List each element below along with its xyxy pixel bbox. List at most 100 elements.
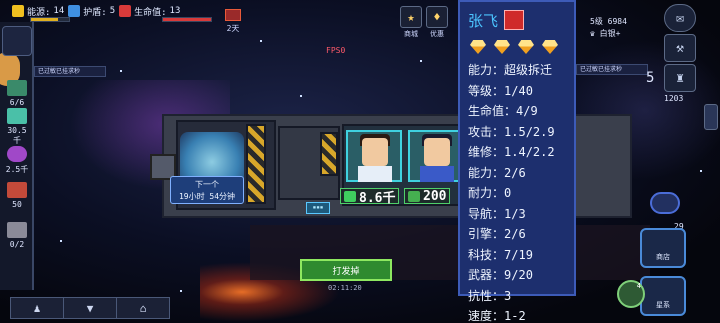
star <box>700 170 702 172</box>
mineral-count: 30.5千 <box>7 126 27 145</box>
player-summary: 5级 6984 ♛ 白银+ <box>590 16 627 40</box>
energy-bar-fill <box>31 18 58 21</box>
stat-label: 科技 <box>468 247 493 262</box>
player-level-label: 5级 <box>590 17 603 26</box>
star <box>420 60 422 62</box>
stat-row: 武器：9/20 <box>468 268 533 282</box>
star <box>180 290 182 292</box>
nav-outfit-button[interactable]: ▼ <box>64 298 117 318</box>
calendar-icon <box>225 9 241 21</box>
gem-icon <box>494 40 510 54</box>
gas-icon[interactable] <box>7 146 27 162</box>
stat-label: 引擎 <box>468 227 493 241</box>
stat-row: 等级：1/40 <box>468 83 533 98</box>
crew-pod[interactable] <box>408 130 464 182</box>
stat-label: 能力 <box>468 165 493 180</box>
stat-label: 速度 <box>468 309 493 323</box>
shop-button[interactable]: 商店 <box>640 228 686 268</box>
nav-home-button[interactable]: ⌂ <box>117 298 169 318</box>
storage-icon[interactable] <box>7 182 27 198</box>
crew-stats-list: 能力：超级拆迁 等级：1/40 生命值：4/9 攻击：1.5/2.9 维修：1.… <box>468 60 566 323</box>
resource-badge-cash[interactable]: 200 <box>404 188 451 204</box>
dismiss-button[interactable]: 打发掉 <box>300 259 392 281</box>
galaxy-label: 星系 <box>656 301 670 309</box>
mineral-icon <box>344 190 356 202</box>
stat-value: 2/6 <box>504 165 526 180</box>
stat-value: 3 <box>504 288 512 303</box>
storage-count: 50 <box>12 200 22 209</box>
sidebar-button-crew[interactable] <box>2 26 32 56</box>
trophy-count: 1203 <box>664 94 684 103</box>
star <box>120 70 122 72</box>
stat-label: 能力 <box>468 63 493 77</box>
store-button[interactable]: ★ <box>400 6 422 28</box>
next-label: 下一个 <box>195 180 219 189</box>
crew-pod[interactable] <box>346 130 402 182</box>
shop-label: 商店 <box>656 253 670 261</box>
star <box>260 40 262 42</box>
stat-value: 1/3 <box>504 206 526 221</box>
stat-value: 1/40 <box>504 83 533 98</box>
cash-amount: 200 <box>423 188 447 204</box>
offer-button[interactable]: ♦ <box>426 6 448 28</box>
drone-count: 0/2 <box>9 240 25 249</box>
trophy-button[interactable]: ♜ <box>664 64 696 92</box>
next-time: 19小时 54分钟 <box>178 192 236 201</box>
days-counter[interactable]: 2天 <box>222 9 244 34</box>
star <box>300 95 302 97</box>
energy-value: 14 <box>53 6 65 16</box>
collapse-arrow-icon[interactable] <box>704 104 718 130</box>
stat-value: 7/19 <box>504 247 533 262</box>
stat-label: 等级 <box>468 83 493 98</box>
race-badge-icon <box>504 10 525 30</box>
house-icon: ⌂ <box>139 301 147 315</box>
lightning-icon <box>12 5 24 17</box>
shirt-icon: ▼ <box>86 301 94 315</box>
health-label: 生命值: <box>134 7 167 18</box>
shield-icon <box>68 5 81 17</box>
person-icon: ♟ <box>33 301 41 315</box>
dismiss-label: 打发掉 <box>332 266 360 277</box>
stat-row: 能力：2/6 <box>468 165 526 180</box>
hazard-panel <box>320 132 338 176</box>
galaxy-button[interactable]: 星系 <box>640 276 686 316</box>
crew-body <box>358 166 392 182</box>
hammer-icon: ⚒ <box>676 40 684 56</box>
bottom-nav: ♟ ▼ ⌂ <box>10 297 170 319</box>
stat-row: 速度：1-2 <box>468 309 526 323</box>
health-bar <box>162 17 212 22</box>
left-notification: 已过敏已挂求秒 <box>34 66 106 77</box>
mineral-icon[interactable] <box>7 108 27 124</box>
crew-face <box>424 138 450 166</box>
trophy-icon: ♜ <box>676 70 684 86</box>
gem-icon <box>518 40 534 54</box>
star <box>60 240 62 242</box>
shield-label: 护盾: <box>83 7 107 18</box>
days-label: 2天 <box>226 24 240 33</box>
shield-value: 5 <box>109 6 116 16</box>
stat-row: 维修：1.4/2.2 <box>468 145 555 159</box>
crew-icon <box>7 80 27 96</box>
chat-button[interactable]: ✉ <box>664 4 696 32</box>
crew-face <box>362 138 388 166</box>
fps-counter: FPS0 <box>326 46 346 55</box>
energy-bar <box>30 17 70 22</box>
rank-gems <box>468 32 566 60</box>
mission-button[interactable]: 4 <box>617 280 645 308</box>
left-sidebar: 6/6 30.5千 2.5千 50 0/2 <box>0 22 34 290</box>
signal-icon[interactable] <box>650 192 680 214</box>
build-button[interactable]: ⚒ <box>664 34 696 62</box>
stat-label: 生命值 <box>468 104 505 118</box>
player-rank: 白银+ <box>599 29 621 38</box>
ship-screen: ▪▪▪ <box>306 202 330 214</box>
resource-badge-mineral[interactable]: 8.6千 <box>340 188 400 206</box>
stat-value: 1-2 <box>504 309 526 323</box>
crew-name: 张飞 <box>468 11 499 30</box>
drone-icon[interactable] <box>7 222 27 238</box>
nav-crew-button[interactable]: ♟ <box>11 298 64 318</box>
player-score: 6984 <box>607 17 627 26</box>
shield-stat: 护盾: 5 <box>68 5 115 18</box>
stat-value: 4/9 <box>516 104 538 118</box>
stat-label: 抗性 <box>468 288 493 303</box>
next-timer[interactable]: 下一个 19小时 54分钟 <box>170 176 244 204</box>
